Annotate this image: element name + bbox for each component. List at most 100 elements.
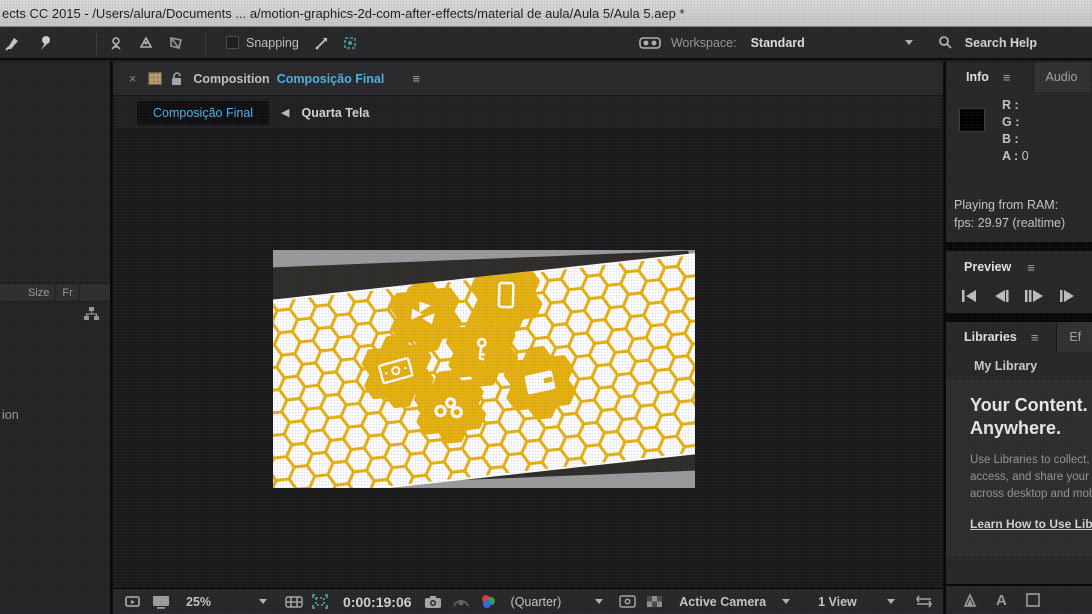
channel-b: B :: [1002, 132, 1019, 146]
resolution-caret[interactable]: [595, 599, 603, 604]
library-selector[interactable]: My Library: [946, 352, 1092, 380]
camera-orbit-tool-icon[interactable]: [105, 33, 127, 53]
search-icon[interactable]: [935, 33, 957, 53]
view-count-value[interactable]: 1 View: [818, 595, 857, 609]
toolbar-divider: [96, 32, 97, 54]
composition-name[interactable]: Composição Final: [277, 72, 385, 86]
tab-audio[interactable]: Audio: [1033, 62, 1090, 92]
mask-tool-icon[interactable]: [962, 593, 978, 608]
fast-previews-icon[interactable]: [619, 595, 636, 608]
panel-gap: [946, 242, 1092, 251]
view-count-caret[interactable]: [887, 599, 895, 604]
color-swatch: [959, 108, 985, 132]
show-snapshot-icon[interactable]: [452, 595, 470, 609]
preview-menu-icon[interactable]: ≡: [1027, 260, 1035, 275]
composition-panel: × Composition Composição Final ≡ Composi…: [113, 62, 943, 614]
viewer-controls-bar: 25% 0:00:19:06 (Quarter): [113, 588, 943, 614]
libraries-menu-icon[interactable]: ≡: [1031, 330, 1039, 345]
hierarchy-icon: [82, 306, 100, 322]
paragraph-panel-icon[interactable]: [1025, 592, 1041, 608]
right-panel-column: Info ≡ Audio R : G : B : A : 0 Playing f…: [946, 62, 1092, 614]
libraries-body-line2: access, and share your: [970, 469, 1092, 486]
composition-frame: [273, 250, 695, 488]
workspace-dropdown-caret[interactable]: [905, 40, 913, 45]
snap-bounds-icon[interactable]: [339, 33, 361, 53]
tools-toolbar: Snapping Workspace: Standard Search Help: [0, 27, 1092, 60]
channel-a: A : 0: [1002, 149, 1029, 163]
snapshot-icon[interactable]: [424, 595, 442, 609]
info-menu-icon[interactable]: ≡: [1003, 70, 1011, 85]
window-title: ects CC 2015 - /Users/alura/Documents ..…: [0, 6, 685, 21]
libraries-heading-line2: Anywhere.: [970, 417, 1092, 440]
always-preview-icon[interactable]: [125, 595, 142, 609]
after-effects-window: ects CC 2015 - /Users/alura/Documents ..…: [0, 0, 1092, 614]
next-frame-button[interactable]: [1058, 289, 1076, 303]
preview-panel-header: Preview ≡: [946, 251, 1092, 283]
previous-frame-button[interactable]: [992, 289, 1010, 303]
info-panel-content: R : G : B : A : 0 Playing from RAM: fps:…: [946, 92, 1092, 242]
libraries-panel-header: Libraries ≡ Ef: [946, 322, 1092, 352]
column-framerate[interactable]: Fr: [56, 284, 79, 301]
panel-icon: [148, 72, 162, 85]
workspace-label: Workspace:: [671, 36, 737, 50]
camera-pan-tool-icon[interactable]: [135, 33, 157, 53]
composition-breadcrumb: Composição Final ◀ Quarta Tela: [113, 96, 943, 130]
search-help-label[interactable]: Search Help: [965, 36, 1037, 50]
libraries-content: Your Content. Anywhere. Use Libraries to…: [946, 380, 1092, 556]
pen-tool-icon[interactable]: [2, 33, 24, 53]
snapping-checkbox[interactable]: [226, 36, 239, 49]
learn-how-link[interactable]: Learn How to Use Librari: [970, 517, 1092, 531]
camera-view-caret[interactable]: [782, 599, 790, 604]
panel-gap: [946, 313, 1092, 322]
toolbar-divider: [205, 32, 206, 54]
preview-transport-controls: [946, 283, 1092, 313]
project-item-label-partial[interactable]: ion: [2, 408, 19, 422]
playback-status: Playing from RAM:: [954, 198, 1058, 212]
composition-viewport[interactable]: [113, 130, 943, 588]
camera-view-value[interactable]: Active Camera: [679, 595, 766, 609]
play-button[interactable]: [1024, 289, 1044, 303]
breadcrumb-parent-comp[interactable]: Quarta Tela: [302, 106, 370, 120]
first-frame-button[interactable]: [960, 289, 978, 303]
pan-behind-tool-icon[interactable]: [34, 33, 56, 53]
region-of-interest-icon[interactable]: [311, 594, 329, 609]
unlock-icon[interactable]: [170, 72, 183, 86]
close-icon[interactable]: ×: [129, 72, 136, 86]
panel-menu-icon[interactable]: ≡: [412, 71, 420, 86]
libraries-heading-line1: Your Content.: [970, 394, 1092, 417]
right-column-footer: A: [946, 584, 1092, 614]
channel-r: R :: [1002, 98, 1019, 112]
snap-arrow-icon[interactable]: [311, 33, 333, 53]
tab-libraries[interactable]: Libraries: [964, 330, 1017, 344]
tab-info[interactable]: Info: [966, 70, 989, 84]
magnification-caret[interactable]: [259, 599, 267, 604]
project-columns-header: Size Fr: [0, 283, 110, 302]
character-panel-icon[interactable]: A: [996, 592, 1007, 609]
grid-options-icon[interactable]: [285, 595, 303, 609]
composition-tab-bar: × Composition Composição Final ≡: [113, 62, 943, 96]
panel-title[interactable]: Composition: [193, 72, 269, 86]
breadcrumb-current-comp[interactable]: Composição Final: [137, 101, 269, 125]
column-size[interactable]: Size: [22, 284, 56, 301]
tab-effects-partial[interactable]: Ef: [1056, 322, 1092, 352]
libraries-body-line1: Use Libraries to collect,: [970, 452, 1092, 469]
workspace-icon: [639, 33, 661, 53]
title-bar: ects CC 2015 - /Users/alura/Documents ..…: [0, 0, 1092, 27]
transparency-grid-icon[interactable]: [646, 595, 663, 608]
current-timecode[interactable]: 0:00:19:06: [343, 594, 412, 610]
view-layout-icon[interactable]: [152, 595, 170, 609]
channel-g: G :: [1002, 115, 1019, 129]
tab-preview[interactable]: Preview: [964, 260, 1011, 274]
fps-status: fps: 29.97 (realtime): [954, 216, 1065, 230]
libraries-body-line3: across desktop and mob: [970, 486, 1092, 503]
share-view-icon[interactable]: [915, 595, 933, 608]
info-panel-header: Info ≡ Audio: [946, 62, 1092, 92]
resolution-value[interactable]: (Quarter): [511, 595, 562, 609]
workspace-value[interactable]: Standard: [751, 36, 805, 50]
magnification-value[interactable]: 25%: [186, 595, 211, 609]
show-channels-icon[interactable]: [480, 594, 497, 609]
snapping-label: Snapping: [246, 36, 299, 50]
project-panel-sliver: Size Fr ion: [0, 62, 110, 614]
breadcrumb-back-icon[interactable]: ◀: [281, 106, 289, 119]
camera-dolly-tool-icon[interactable]: [165, 33, 187, 53]
